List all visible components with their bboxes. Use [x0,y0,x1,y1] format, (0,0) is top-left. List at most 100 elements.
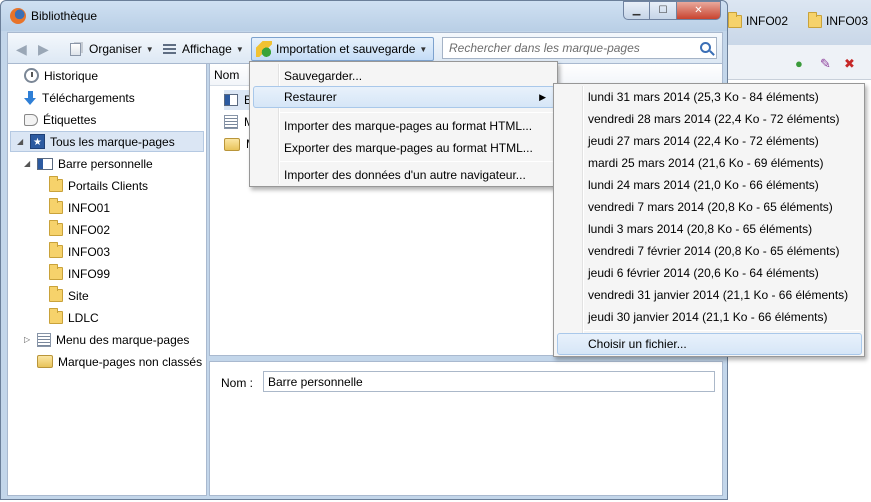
details-pane: Nom : Barre personnelle [209,361,723,496]
sidebar-item-label: INFO02 [68,222,111,237]
bookmarks-bar-icon [224,94,238,106]
sidebar-item-label: Téléchargements [42,90,135,105]
folder-icon [728,11,742,28]
backup-item-label: jeudi 6 février 2014 (20,6 Ko - 64 éléme… [588,266,819,280]
backup-item[interactable]: lundi 24 mars 2014 (21,0 Ko - 66 élément… [588,174,819,196]
bg-folder-label: INFO03 [826,14,869,28]
name-label: Nom : [221,376,254,390]
sidebar-item-tags[interactable]: Étiquettes [24,109,96,130]
window-title: Bibliothèque [31,9,98,23]
sidebar-item-history[interactable]: Historique [24,65,98,86]
organize-menu-button[interactable]: Organiser ▼ [70,39,154,59]
menu-item-backup[interactable]: Sauvegarder... [284,65,362,87]
caret-down-icon: ▼ [145,44,154,54]
download-icon [24,90,37,105]
backup-item[interactable]: lundi 31 mars 2014 (25,3 Ko - 84 élément… [588,86,819,108]
chat-icon[interactable]: ● [795,56,803,71]
folder-icon [808,11,822,28]
backup-item[interactable]: mardi 25 mars 2014 (21,6 Ko - 69 élément… [588,152,823,174]
backup-item[interactable]: lundi 3 mars 2014 (20,8 Ko - 65 éléments… [588,218,812,240]
maximize-button[interactable]: ☐ [650,1,677,20]
caret-down-icon: ▼ [235,44,244,54]
import-backup-menu-button[interactable]: Importation et sauvegarde ▼ [251,37,435,61]
sidebar-item-folder[interactable]: INFO99 [49,263,110,284]
sidebar-item-downloads[interactable]: Téléchargements [24,87,135,108]
sidebar-item-label: Marque-pages non classés [58,354,203,369]
search-icon[interactable] [700,42,711,53]
sidebar-item-label: INFO99 [68,266,111,281]
folder-icon [49,264,63,280]
bg-folder-label: INFO02 [746,14,789,28]
library-sidebar: Historique Téléchargements Étiquettes ◢ … [7,64,207,496]
menu-item-label: Choisir un fichier... [588,337,687,351]
title-bar[interactable]: Bibliothèque ▁ ☐ ✕ [1,1,727,31]
import-label: Importation et sauvegarde [276,42,416,56]
sidebar-item-folder[interactable]: LDLC [49,307,99,328]
close-icon[interactable]: ✖ [844,56,855,72]
bookmarks-icon: ★ [30,134,45,149]
backup-item-label: jeudi 30 janvier 2014 (21,1 Ko - 66 élém… [588,310,828,324]
forward-button[interactable]: ▶ [38,39,49,59]
sidebar-item-all-bookmarks[interactable]: ◢ ★ Tous les marque-pages [10,131,204,152]
backup-item[interactable]: vendredi 28 mars 2014 (22,4 Ko - 72 élém… [588,108,839,130]
sidebar-item-bookmarks-toolbar[interactable]: ◢ Barre personnelle [24,153,153,174]
folder-icon [49,308,63,324]
menu-item-import-other-browser[interactable]: Importer des données d'un autre navigate… [284,164,526,186]
pen-icon[interactable]: ✎ [820,56,831,72]
menu-item-export-html[interactable]: Exporter des marque-pages au format HTML… [284,137,533,159]
menu-item-choose-file[interactable]: Choisir un fichier... [557,333,862,355]
column-name-header[interactable]: Nom [214,68,239,82]
collapse-twisty-icon[interactable]: ▷ [24,335,32,344]
sidebar-item-folder[interactable]: INFO02 [49,219,110,240]
sidebar-item-folder[interactable]: INFO01 [49,197,110,218]
import-star-icon [256,41,272,57]
backup-item-label: vendredi 28 mars 2014 (22,4 Ko - 72 élém… [588,112,840,126]
close-button[interactable]: ✕ [677,1,721,20]
backup-item[interactable]: jeudi 6 février 2014 (20,6 Ko - 64 éléme… [588,262,819,284]
folder-icon [49,286,63,302]
backup-item-label: jeudi 27 mars 2014 (22,4 Ko - 72 élément… [588,134,819,148]
bg-folder-info03[interactable]: INFO03 [808,11,869,28]
expand-twisty-icon[interactable]: ◢ [24,159,32,168]
menu-icon [224,115,238,129]
backup-item[interactable]: jeudi 30 janvier 2014 (21,1 Ko - 66 élém… [588,306,827,328]
sidebar-item-unsorted[interactable]: Marque-pages non classés [37,351,202,372]
sidebar-item-folder[interactable]: Portails Clients [49,175,148,196]
search-input[interactable]: Rechercher dans les marque-pages [442,37,717,59]
close-icon: ✕ [694,5,703,16]
backup-item-label: lundi 3 mars 2014 (20,8 Ko - 65 éléments… [588,222,813,236]
menu-item-restore[interactable]: Restaurer ▶ [253,86,555,108]
bg-folder-info02[interactable]: INFO02 [728,11,789,28]
expand-twisty-icon[interactable]: ◢ [17,137,25,146]
sidebar-item-bookmarks-menu[interactable]: ▷ Menu des marque-pages [24,329,189,350]
sidebar-item-folder[interactable]: INFO03 [49,241,110,262]
backup-item[interactable]: vendredi 31 janvier 2014 (21,1 Ko - 66 é… [588,284,848,306]
back-button[interactable]: ◀ [16,39,27,59]
background-bookmarks-bar: INFO02 INFO03 [720,0,871,45]
sidebar-item-label: Menu des marque-pages [56,332,190,347]
sidebar-item-label: INFO03 [68,244,111,259]
menu-separator [280,161,555,162]
forward-arrow-icon: ▶ [38,40,49,57]
backup-item[interactable]: vendredi 7 février 2014 (20,8 Ko - 65 él… [588,240,839,262]
backup-item[interactable]: vendredi 7 mars 2014 (20,8 Ko - 65 éléme… [588,196,833,218]
bookmarks-bar-icon [37,157,53,170]
backup-item-label: lundi 31 mars 2014 (25,3 Ko - 84 élément… [588,90,819,104]
back-arrow-icon: ◀ [16,40,27,57]
tag-icon [24,113,38,126]
view-list-icon [163,43,176,55]
view-label: Affichage [182,42,232,56]
minimize-button[interactable]: ▁ [623,1,650,20]
menu-item-import-html[interactable]: Importer des marque-pages au format HTML… [284,115,532,137]
menu-item-label: Importer des marque-pages au format HTML… [284,119,533,133]
organize-label: Organiser [89,42,142,56]
folder-icon [49,176,63,192]
backup-item[interactable]: jeudi 27 mars 2014 (22,4 Ko - 72 élément… [588,130,819,152]
backup-item-label: mardi 25 mars 2014 (21,6 Ko - 69 élément… [588,156,824,170]
view-menu-button[interactable]: Affichage ▼ [163,39,244,59]
sidebar-item-folder[interactable]: Site [49,285,89,306]
folder-icon [49,242,63,258]
name-field[interactable]: Barre personnelle [263,371,715,392]
import-backup-menu: Sauvegarder... Restaurer ▶ Importer des … [249,61,558,187]
folder-icon [49,198,63,214]
